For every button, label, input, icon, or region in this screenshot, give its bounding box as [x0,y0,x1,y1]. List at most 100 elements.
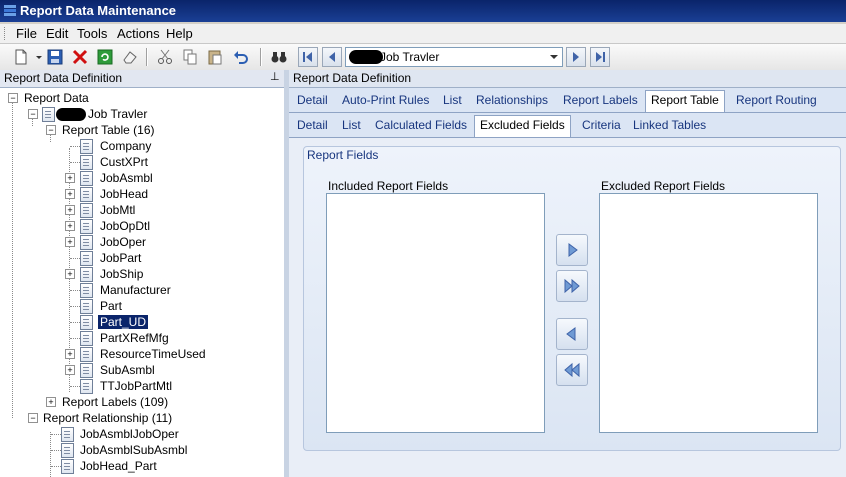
collapse-icon[interactable]: − [46,125,56,135]
move-all-right-icon [564,278,580,294]
excluded-fields-label: Excluded Report Fields [601,179,726,193]
tree-node-table[interactable]: + SubAsmbl [0,362,280,378]
collapse-icon[interactable]: − [28,109,38,119]
search-button[interactable] [270,48,288,66]
subtab-calculated-fields[interactable]: Calculated Fields [375,118,467,132]
save-button[interactable] [46,48,64,66]
menu-help[interactable]: Help [166,26,193,41]
tab-report-labels[interactable]: Report Labels [563,93,638,107]
tab-detail[interactable]: Detail [297,93,328,107]
new-button[interactable] [12,48,30,66]
tree-node-report-data[interactable]: − Report Data [0,90,280,106]
clear-button[interactable] [121,48,139,66]
tree-node-relationship[interactable]: JobHead_Part [0,458,280,474]
tree-node-report-table[interactable]: − Report Table (16) [0,122,280,138]
expand-icon[interactable]: + [65,365,75,375]
tree-node-table[interactable]: + JobOpDtl [0,218,280,234]
move-all-right-button[interactable] [556,270,588,302]
copy-icon [183,49,197,65]
tree-line [70,258,80,259]
expand-icon[interactable]: + [65,221,75,231]
tree-label: ResourceTimeUsed [100,347,206,361]
expand-icon[interactable]: + [65,173,75,183]
first-record-button[interactable] [298,47,318,67]
menu-file[interactable]: File [16,26,37,41]
tab-list[interactable]: List [443,93,462,107]
record-combo[interactable]: Job Travler [345,47,563,67]
expand-icon[interactable]: + [65,189,75,199]
tab-report-routing[interactable]: Report Routing [736,93,817,107]
cut-button[interactable] [156,48,174,66]
tree-node-table[interactable]: + JobHead [0,186,280,202]
table-icon [80,251,93,266]
subtab-linked-tables[interactable]: Linked Tables [633,118,706,132]
copy-button[interactable] [181,48,199,66]
tree-node-table[interactable]: + JobAsmbl [0,170,280,186]
right-panel-header: Report Data Definition [289,70,846,88]
toolbar-separator [146,48,148,66]
paste-button[interactable] [206,48,224,66]
tree-node-table[interactable]: Company [0,138,280,154]
tab-relationships[interactable]: Relationships [476,93,548,107]
collapse-icon[interactable]: − [8,93,18,103]
subtab-list[interactable]: List [342,118,361,132]
last-record-button[interactable] [590,47,610,67]
menu-edit[interactable]: Edit [46,26,68,41]
tree-node-relationship[interactable]: JobAsmblJobOper [0,426,280,442]
dropdown-arrow-icon[interactable] [548,50,560,64]
move-left-button[interactable] [556,318,588,350]
refresh-button[interactable] [96,48,114,66]
move-all-left-icon [564,362,580,378]
app-icon [4,5,16,16]
delete-button[interactable] [71,48,89,66]
tab-auto-print-rules[interactable]: Auto-Print Rules [342,93,429,107]
tree-node-table[interactable]: + JobMtl [0,202,280,218]
tree-node-report-labels[interactable]: + Report Labels (109) [0,394,280,410]
tree-node-table[interactable]: + ResourceTimeUsed [0,346,280,362]
expand-icon[interactable]: + [65,237,75,247]
tree-node-table[interactable]: + JobShip [0,266,280,282]
excluded-fields-list[interactable] [599,193,818,433]
move-all-left-button[interactable] [556,354,588,386]
included-fields-list[interactable] [326,193,545,433]
tab-report-table[interactable]: Report Table [645,90,725,112]
undo-button[interactable] [232,48,250,66]
prev-record-button[interactable] [322,47,342,67]
tree-line [51,450,61,451]
next-record-button[interactable] [566,47,586,67]
tree-line [70,290,80,291]
expand-icon[interactable]: + [46,397,56,407]
table-icon [80,155,93,170]
tree-node-relationship[interactable]: JobAsmblSubAsmbl [0,442,280,458]
subtab-excluded-fields[interactable]: Excluded Fields [474,115,571,137]
tree-node-report[interactable]: − Job Travler [0,106,280,122]
first-record-icon [303,52,312,62]
move-right-button[interactable] [556,234,588,266]
tree-node-report-relationship[interactable]: − Report Relationship (11) [0,410,280,426]
tree-node-table[interactable]: + JobOper [0,234,280,250]
sub-tab-strip: Detail List Calculated Fields Excluded F… [289,113,846,138]
binoculars-icon [271,52,287,63]
menu-tools[interactable]: Tools [77,26,107,41]
tree-node-table[interactable]: JobPart [0,250,280,266]
tree-node-table[interactable]: Part [0,298,280,314]
new-dropdown[interactable] [30,48,42,66]
tree-node-table-selected[interactable]: Part_UD [0,314,280,330]
tree-node-table[interactable]: CustXPrt [0,154,280,170]
expand-icon[interactable]: + [65,349,75,359]
collapse-icon[interactable]: − [28,413,38,423]
expand-icon[interactable]: + [65,205,75,215]
subtab-criteria[interactable]: Criteria [582,118,621,132]
tree-node-table[interactable]: Manufacturer [0,282,280,298]
delete-icon [72,49,88,65]
redacted-text [349,50,383,64]
pin-icon[interactable]: ⊥ [270,70,280,83]
menu-grip [4,27,8,40]
tree-label: JobHead_Part [80,459,157,473]
report-tree[interactable]: − Report Data − Job Travler − Report Tab… [0,88,286,477]
subtab-detail[interactable]: Detail [297,118,328,132]
expand-icon[interactable]: + [65,269,75,279]
tree-node-table[interactable]: PartXRefMfg [0,330,280,346]
menu-actions[interactable]: Actions [117,26,160,41]
tree-node-table[interactable]: TTJobPartMtl [0,378,280,394]
